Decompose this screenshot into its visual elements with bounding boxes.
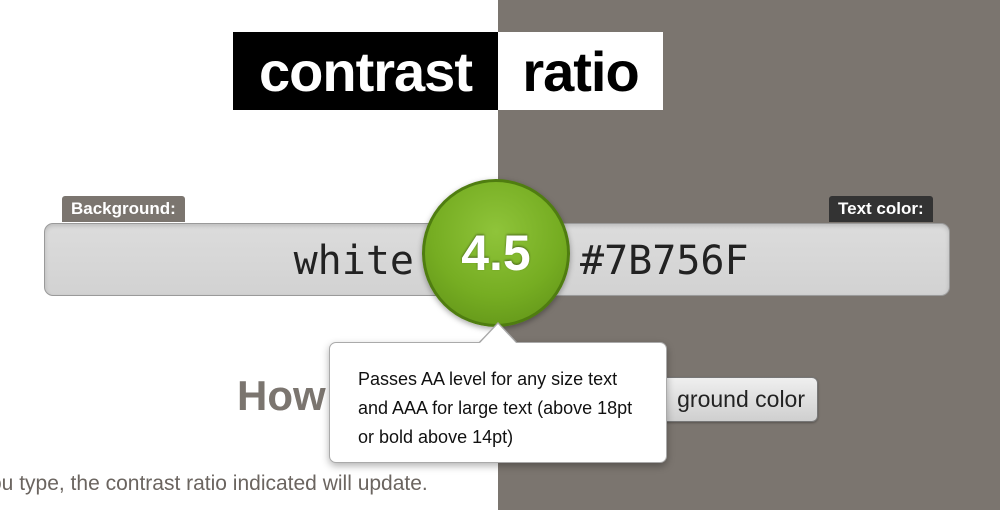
text-color-input[interactable] — [580, 237, 920, 285]
tooltip-arrow-inner — [479, 324, 517, 344]
background-color-input[interactable] — [60, 237, 414, 285]
description-text: ou type, the contrast ratio indicated wi… — [0, 472, 428, 495]
how-heading: How — [237, 372, 326, 419]
contrast-result-tooltip: Passes AA level for any size text and AA… — [329, 342, 667, 463]
title-part-ratio: ratio — [498, 32, 663, 110]
text-color-label: Text color: — [829, 196, 933, 222]
background-label: Background: — [62, 196, 185, 222]
contrast-ratio-value: 4.5 — [461, 225, 531, 281]
title-part-contrast: contrast — [233, 32, 498, 110]
contrast-ratio-indicator[interactable]: 4.5 — [422, 179, 570, 327]
